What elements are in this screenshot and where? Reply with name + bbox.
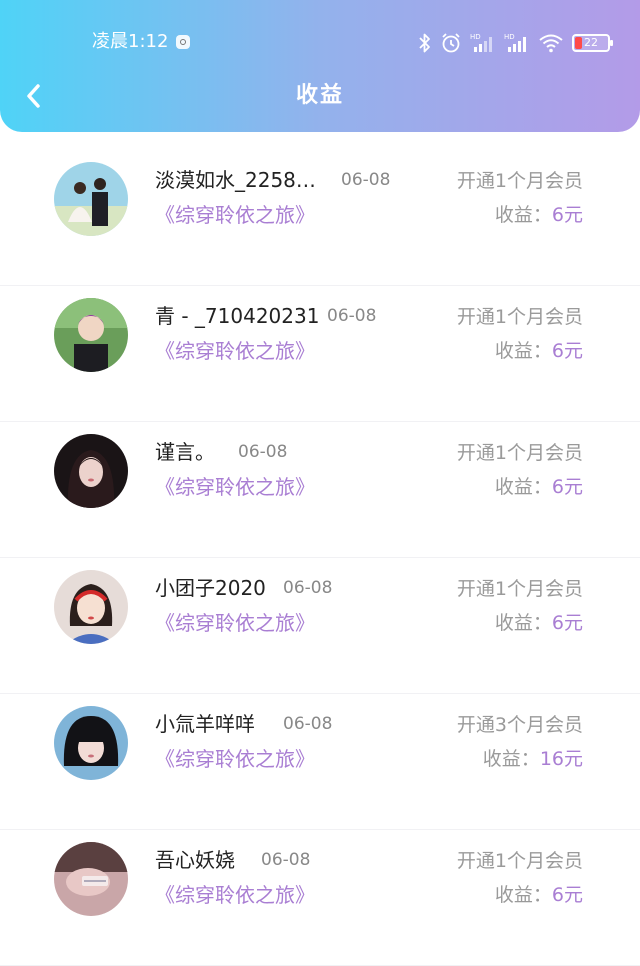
earnings-label: 收益： bbox=[482, 748, 540, 770]
earnings-label: 收益： bbox=[494, 204, 552, 226]
avatar bbox=[54, 434, 128, 508]
membership-text: 开通1个月会员 bbox=[456, 578, 583, 600]
membership-text: 开通1个月会员 bbox=[456, 170, 583, 192]
user-name: 谨言。 bbox=[155, 440, 215, 464]
list-item[interactable]: 淡漠如水_2258… 06-08 《综穿聆依之旅》 开通1个月会员 收益：6元 bbox=[0, 150, 640, 286]
signal-hd-icon: HD bbox=[470, 33, 492, 52]
wifi-icon bbox=[539, 34, 563, 53]
earnings-label: 收益： bbox=[494, 884, 552, 906]
date: 06-08 bbox=[238, 442, 288, 462]
avatar bbox=[54, 298, 128, 372]
earnings-amount: 6元 bbox=[551, 204, 583, 226]
earnings-label: 收益： bbox=[494, 476, 552, 498]
avatar bbox=[54, 706, 128, 780]
earnings-label: 收益： bbox=[494, 340, 552, 362]
battery-icon: 22 bbox=[572, 34, 613, 52]
status-time: 凌晨1:12 bbox=[92, 31, 169, 52]
date: 06-08 bbox=[283, 578, 333, 598]
user-name: 淡漠如水_2258… bbox=[155, 168, 316, 192]
list-item[interactable]: 小团子2020 06-08 《综穿聆依之旅》 开通1个月会员 收益：6元 bbox=[0, 558, 640, 694]
signal-hd-icon-2: HD bbox=[504, 33, 526, 52]
notification-icon bbox=[176, 35, 190, 49]
list-item[interactable]: 小氚羊咩咩 06-08 《综穿聆依之旅》 开通3个月会员 收益：16元 bbox=[0, 694, 640, 830]
earnings-list: 淡漠如水_2258… 06-08 《综穿聆依之旅》 开通1个月会员 收益：6元 … bbox=[0, 150, 640, 966]
membership-text: 开通1个月会员 bbox=[456, 306, 583, 328]
page-title: 收益 bbox=[295, 83, 344, 108]
status-bar: 凌晨1:12 HD HD 22 bbox=[0, 28, 640, 58]
user-name: 小团子2020 bbox=[155, 576, 266, 600]
earnings-amount: 6元 bbox=[551, 612, 583, 634]
earnings-amount: 6元 bbox=[551, 884, 583, 906]
membership-text: 开通1个月会员 bbox=[456, 850, 583, 872]
earnings-label: 收益： bbox=[494, 612, 552, 634]
bluetooth-icon bbox=[419, 33, 430, 53]
book-title[interactable]: 《综穿聆依之旅》 bbox=[155, 338, 315, 364]
book-title[interactable]: 《综穿聆依之旅》 bbox=[155, 746, 315, 772]
svg-text:HD: HD bbox=[470, 33, 481, 41]
book-title[interactable]: 《综穿聆依之旅》 bbox=[155, 474, 315, 500]
svg-text:HD: HD bbox=[504, 33, 515, 41]
book-title[interactable]: 《综穿聆依之旅》 bbox=[155, 610, 315, 636]
avatar bbox=[54, 570, 128, 644]
earnings: 收益：16元 bbox=[483, 746, 583, 772]
earnings: 收益：6元 bbox=[495, 610, 583, 636]
list-item[interactable]: 谨言。 06-08 《综穿聆依之旅》 开通1个月会员 收益：6元 bbox=[0, 422, 640, 558]
list-item[interactable]: 青 - _710420231 06-08 《综穿聆依之旅》 开通1个月会员 收益… bbox=[0, 286, 640, 422]
membership-text: 开通3个月会员 bbox=[456, 714, 583, 736]
status-icons: HD HD 22 bbox=[418, 30, 613, 56]
app-header: 凌晨1:12 HD HD 22 收益 bbox=[0, 0, 640, 132]
earnings: 收益：6元 bbox=[495, 202, 583, 228]
user-name: 小氚羊咩咩 bbox=[155, 712, 255, 736]
book-title[interactable]: 《综穿聆依之旅》 bbox=[155, 882, 315, 908]
earnings-amount: 6元 bbox=[551, 476, 583, 498]
date: 06-08 bbox=[261, 850, 311, 870]
earnings-amount: 16元 bbox=[539, 748, 583, 770]
user-name: 吾心妖娆 bbox=[155, 848, 235, 872]
battery-percent: 22 bbox=[584, 36, 598, 49]
date: 06-08 bbox=[341, 170, 391, 190]
earnings: 收益：6元 bbox=[495, 882, 583, 908]
book-title[interactable]: 《综穿聆依之旅》 bbox=[155, 202, 315, 228]
date: 06-08 bbox=[283, 714, 333, 734]
avatar bbox=[54, 162, 128, 236]
list-item[interactable]: 吾心妖娆 06-08 《综穿聆依之旅》 开通1个月会员 收益：6元 bbox=[0, 830, 640, 966]
date: 06-08 bbox=[327, 306, 377, 326]
earnings: 收益：6元 bbox=[495, 474, 583, 500]
earnings: 收益：6元 bbox=[495, 338, 583, 364]
alarm-clock-icon bbox=[442, 33, 460, 53]
user-name: 青 - _710420231 bbox=[155, 304, 320, 328]
avatar bbox=[54, 842, 128, 916]
membership-text: 开通1个月会员 bbox=[456, 442, 583, 464]
earnings-amount: 6元 bbox=[551, 340, 583, 362]
